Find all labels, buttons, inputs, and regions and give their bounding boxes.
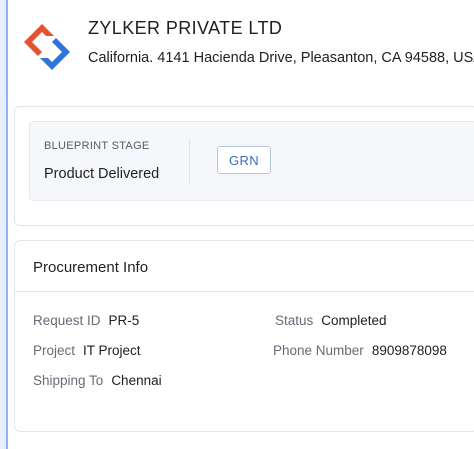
request-id-field: Request ID PR-5 xyxy=(33,313,139,328)
grn-button[interactable]: GRN xyxy=(217,146,271,174)
blueprint-divider xyxy=(189,140,190,184)
shipping-to-value: Chennai xyxy=(111,373,162,388)
project-label: Project xyxy=(33,343,76,358)
company-logo-icon xyxy=(18,18,76,76)
request-id-label: Request ID xyxy=(33,313,101,328)
status-field: Status Completed xyxy=(275,313,387,328)
status-value: Completed xyxy=(321,313,387,328)
shipping-to-label: Shipping To xyxy=(33,373,104,388)
blueprint-card: BLUEPRINT STAGE Product Delivered GRN xyxy=(14,106,474,226)
blueprint-stage-label: BLUEPRINT STAGE xyxy=(44,140,150,152)
procurement-divider xyxy=(15,291,474,292)
phone-number-field: Phone Number 8909878098 xyxy=(273,343,447,358)
phone-number-label: Phone Number xyxy=(273,343,364,358)
procurement-info-title: Procurement Info xyxy=(33,259,149,276)
shipping-to-field: Shipping To Chennai xyxy=(33,373,162,388)
company-name: ZYLKER PRIVATE LTD xyxy=(88,18,283,38)
left-accent-bar xyxy=(0,0,8,449)
status-label: Status xyxy=(275,313,314,328)
phone-number-value: 8909878098 xyxy=(371,343,447,358)
request-id-value: PR-5 xyxy=(108,313,140,328)
company-header: ZYLKER PRIVATE LTD California. 4141 Haci… xyxy=(18,14,474,88)
company-address: California. 4141 Hacienda Drive, Pleasan… xyxy=(88,50,474,66)
blueprint-panel: BLUEPRINT STAGE Product Delivered GRN xyxy=(29,121,474,201)
procurement-info-card: Procurement Info Request ID PR-5 Project I… xyxy=(14,240,474,432)
blueprint-stage-value: Product Delivered xyxy=(44,166,160,182)
project-value: IT Project xyxy=(83,343,141,358)
project-field: Project IT Project xyxy=(33,343,141,358)
